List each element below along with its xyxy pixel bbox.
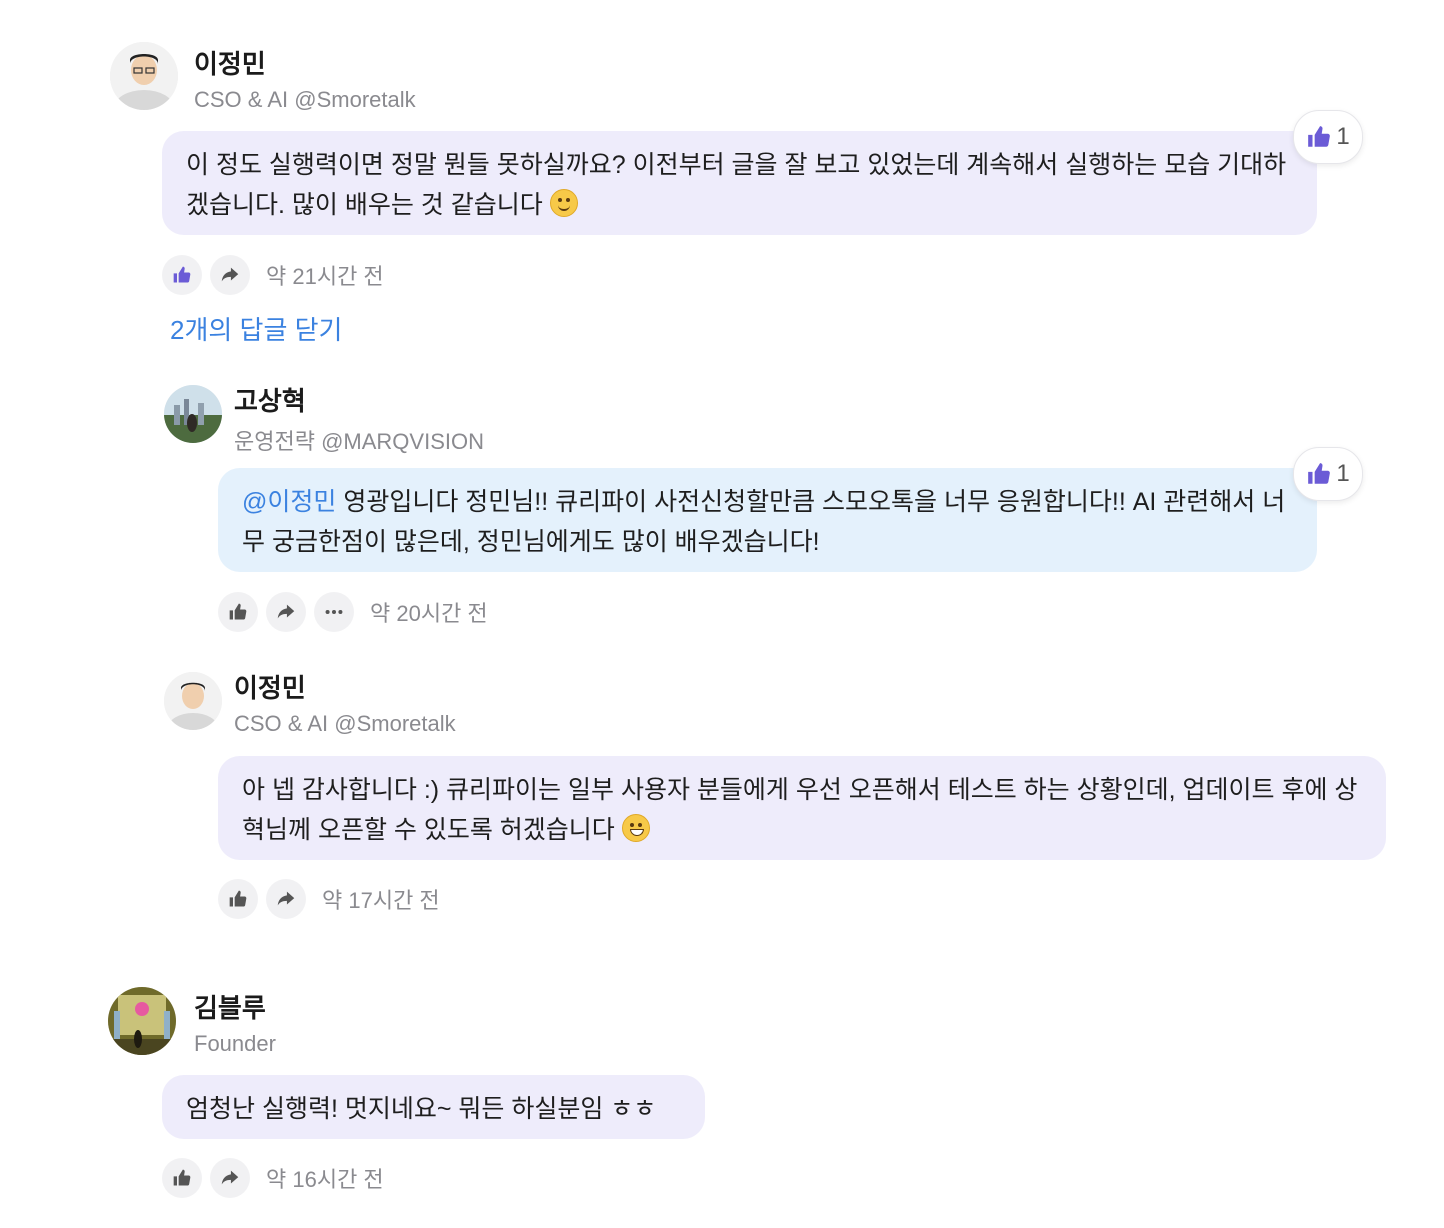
timestamp: 약 16시간 전 (266, 1167, 384, 1192)
avatar[interactable] (108, 987, 176, 1055)
share-arrow-icon (219, 1167, 241, 1189)
share-button[interactable] (210, 1158, 250, 1198)
like-button[interactable] (162, 1158, 202, 1198)
thumbs-up-icon (172, 1168, 192, 1188)
comment-text: 엄청난 실행력! 멋지네요~ 뭐든 하실분임 ㅎㅎ (186, 1095, 657, 1123)
comment-actions: 약 16시간 전 (162, 1158, 384, 1198)
author-role: Founder (194, 1031, 276, 1056)
author-name[interactable]: 김블루 (194, 988, 266, 1025)
comment-item: 김블루 Founder 엄청난 실행력! 멋지네요~ 뭐든 하실분임 ㅎㅎ 약 … (0, 0, 1444, 1228)
comment-bubble: 엄청난 실행력! 멋지네요~ 뭐든 하실분임 ㅎㅎ (162, 1075, 705, 1139)
